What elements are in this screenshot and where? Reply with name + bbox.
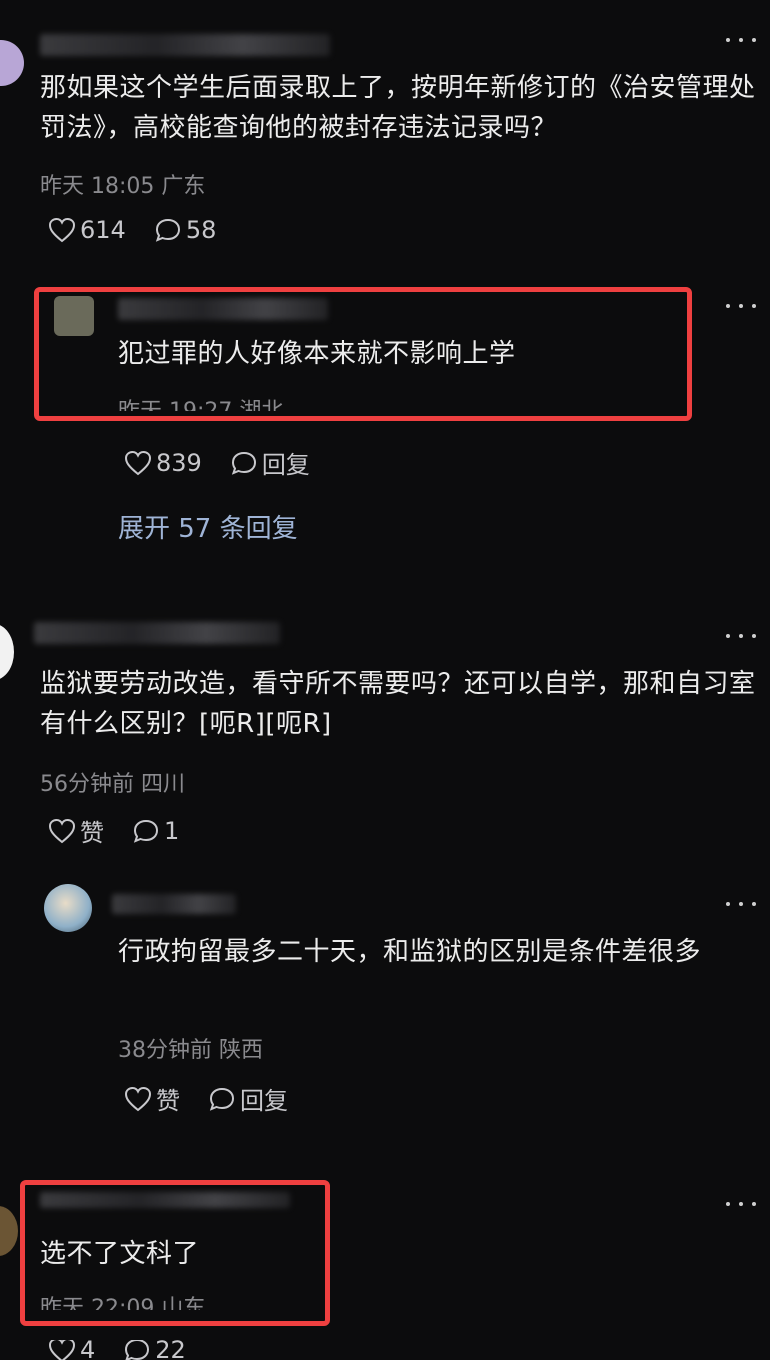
reply-label: 回复 — [240, 1087, 288, 1115]
reply-count: 58 — [185, 216, 217, 244]
reply-button[interactable]: 58 — [154, 216, 217, 244]
highlight-box — [20, 1180, 330, 1326]
like-button[interactable]: 4 — [48, 1340, 95, 1360]
comment-meta: 56分钟前 四川 — [40, 772, 185, 797]
comment-text: 那如果这个学生后面录取上了，按明年新修订的《治安管理处罚法》，高校能查询他的被封… — [40, 73, 756, 143]
more-options-icon[interactable] — [726, 34, 756, 46]
avatar[interactable] — [0, 1206, 18, 1256]
avatar[interactable] — [44, 884, 92, 932]
like-button[interactable]: 赞 — [48, 813, 104, 848]
speech-bubble-icon — [125, 1340, 150, 1360]
reply-button[interactable]: 回复 — [230, 445, 310, 480]
like-count: 614 — [80, 216, 126, 244]
username-blurred — [112, 894, 236, 914]
heart-outline-icon — [48, 818, 76, 843]
reply-button[interactable]: 回复 — [208, 1081, 288, 1116]
comment-meta: 昨天 18:05 广东 — [40, 174, 206, 199]
more-options-icon[interactable] — [726, 630, 756, 642]
more-options-icon[interactable] — [726, 300, 756, 312]
more-options-icon[interactable] — [726, 898, 756, 910]
like-count: 4 — [80, 1340, 96, 1360]
heart-outline-icon — [124, 450, 152, 475]
like-label: 赞 — [80, 819, 104, 847]
heart-outline-icon — [48, 1340, 76, 1360]
expand-replies-link[interactable]: 展开 57 条回复 — [118, 508, 298, 545]
comment-text: 行政拘留最多二十天，和监狱的区别是条件差很多 — [118, 937, 702, 967]
more-options-icon[interactable] — [726, 1198, 756, 1210]
comment-actions: 赞 回复 — [124, 1081, 316, 1116]
reply-count: 1 — [164, 816, 180, 845]
speech-bubble-icon — [231, 451, 256, 475]
highlight-box — [34, 287, 692, 421]
comment-text: 监狱要劳动改造，看守所不需要吗？还可以自学，那和自习室有什么区别？[呃R][呃R… — [40, 669, 756, 739]
username-blurred — [40, 34, 330, 56]
like-button[interactable]: 赞 — [124, 1081, 180, 1116]
speech-bubble-icon — [155, 218, 180, 242]
avatar[interactable] — [0, 40, 24, 86]
username-blurred — [34, 622, 280, 644]
reply-button[interactable]: 1 — [132, 817, 179, 845]
like-button[interactable]: 839 — [124, 449, 202, 477]
reply-button[interactable]: 22 — [123, 1340, 186, 1360]
comment-meta: 38分钟前 陕西 — [118, 1038, 263, 1063]
like-count: 839 — [156, 448, 202, 477]
reply-label: 回复 — [261, 451, 310, 479]
comment-actions: 614 58 — [48, 216, 244, 244]
heart-outline-icon — [48, 217, 76, 243]
heart-outline-icon — [124, 1086, 152, 1111]
like-label: 赞 — [156, 1087, 180, 1115]
like-button[interactable]: 614 — [48, 216, 126, 244]
reply-count: 22 — [155, 1340, 186, 1360]
speech-bubble-icon — [209, 1087, 235, 1111]
comment-actions: 赞 1 — [48, 813, 207, 848]
speech-bubble-icon — [133, 819, 159, 843]
avatar[interactable] — [0, 624, 14, 680]
comment-actions: 4 22 — [48, 1340, 214, 1360]
comment-actions: 839 回复 — [124, 445, 338, 480]
